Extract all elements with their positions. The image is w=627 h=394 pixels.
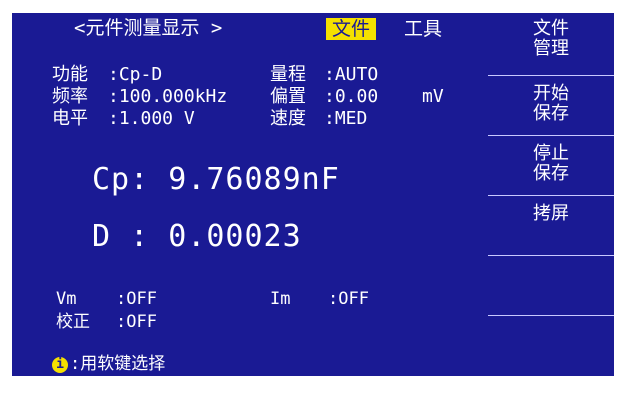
function-value[interactable]: :Cp-D (108, 66, 162, 84)
softkey-label: 停止 (533, 143, 569, 164)
info-icon: i (52, 357, 68, 373)
tab-file[interactable]: 文件 (326, 18, 377, 40)
bias-label: 偏置 (270, 86, 306, 107)
correction-label: 校正 (56, 312, 90, 332)
correction-value[interactable]: :OFF (116, 314, 157, 331)
frequency-label: 频率 (52, 86, 88, 107)
speed-label: 速度 (270, 108, 306, 129)
lcr-meter-screen: <元件测量显示 > 文件 工具 功能 :Cp-D 频率 :100.000kHz … (12, 13, 614, 376)
bias-value[interactable]: :0.00 (324, 88, 378, 106)
softkey-file-manage[interactable]: 文件 管理 (488, 19, 614, 79)
im-value[interactable]: :OFF (328, 291, 369, 308)
level-value[interactable]: :1.000 V (108, 110, 195, 128)
range-value[interactable]: :AUTO (324, 66, 378, 84)
softkey-label: 保存 (533, 103, 569, 124)
hint-text: :用软键选择 (70, 354, 166, 374)
frequency-value[interactable]: :100.000kHz (108, 88, 227, 106)
softkey-screenshot[interactable]: 拷屏 (488, 204, 614, 264)
bias-unit: mV (422, 86, 444, 107)
primary-reading: Cp: 9.76089nF (92, 162, 340, 197)
page-title: <元件测量显示 > (74, 17, 223, 39)
range-label: 量程 (270, 64, 306, 85)
softkey-label: 拷屏 (533, 203, 569, 224)
softkey-label: 开始 (533, 83, 569, 104)
vm-value[interactable]: :OFF (116, 291, 157, 308)
speed-value[interactable]: :MED (324, 110, 367, 128)
level-label: 电平 (52, 108, 88, 129)
softkey-label: 管理 (533, 38, 569, 59)
secondary-reading: D : 0.00023 (92, 219, 302, 254)
softkey-empty[interactable] (488, 256, 614, 316)
tab-tools[interactable]: 工具 (398, 18, 448, 40)
softkey-label: 保存 (533, 163, 569, 184)
function-label: 功能 (52, 64, 88, 85)
softkey-panel: 文件 管理 开始 保存 停止 保存 拷屏 (488, 13, 614, 376)
softkey-start-save[interactable]: 开始 保存 (488, 84, 614, 144)
softkey-label: 文件 (533, 18, 569, 39)
vm-label: Vm (56, 289, 77, 309)
im-label: Im (270, 289, 291, 309)
softkey-stop-save[interactable]: 停止 保存 (488, 144, 614, 204)
